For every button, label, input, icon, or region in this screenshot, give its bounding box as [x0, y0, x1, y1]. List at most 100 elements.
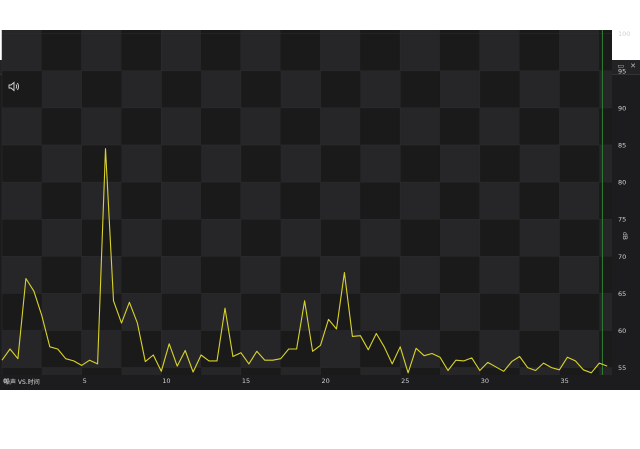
y-tick-label: 65	[618, 290, 626, 298]
plot-band-cell	[240, 367, 281, 375]
y-tick-label: 70	[618, 253, 626, 261]
plot-band-cell	[201, 70, 241, 108]
plot-band-cell	[599, 219, 612, 257]
plot-band-cell	[2, 219, 42, 257]
x-tick-label: 35	[560, 377, 568, 385]
plot-band-cell	[201, 30, 241, 71]
plot-band-cell	[121, 256, 162, 294]
plot-band-cell	[360, 145, 401, 183]
plot-band-cell	[2, 367, 42, 375]
plot-band-cell	[81, 293, 122, 331]
plot-band-cell	[559, 256, 600, 294]
y-tick-label: 80	[618, 179, 626, 187]
plot-band-cell	[121, 219, 162, 257]
plot-band-cell	[599, 367, 612, 375]
plot-band-cell	[240, 330, 281, 368]
plot-band-cell	[240, 182, 281, 220]
y-tick-label: 75	[618, 216, 626, 224]
plot-band-cell	[320, 30, 361, 71]
x-tick-label: 25	[401, 377, 409, 385]
plot-band-cell	[161, 107, 202, 145]
plot-band-cell	[479, 256, 520, 294]
y-tick-label: 95	[618, 67, 626, 75]
plot-band-cell	[559, 293, 600, 331]
plot-band-cell	[240, 145, 281, 183]
plot-band-cell	[519, 256, 560, 294]
plot-band-cell	[400, 219, 440, 257]
plot-band-cell	[479, 30, 520, 71]
plot-band-cell	[201, 145, 241, 183]
plot-band-cell	[599, 330, 612, 368]
plot-band-cell	[240, 256, 281, 294]
plot-band-cell	[121, 330, 162, 368]
plot-band-cell	[400, 256, 440, 294]
plot-band-cell	[121, 182, 162, 220]
plot-band-cell	[439, 367, 480, 375]
plot-band-cell	[2, 107, 42, 145]
plot-band-cell	[400, 367, 440, 375]
plot-band-cell	[479, 107, 520, 145]
plot-band-cell	[280, 182, 321, 220]
plot-band-cell	[360, 219, 401, 257]
plot-band-cell	[320, 145, 361, 183]
plot-band-cell	[360, 30, 401, 71]
plot-band-cell	[240, 219, 281, 257]
plot-band-cell	[161, 30, 202, 71]
plot-band-cell	[280, 30, 321, 71]
x-tick-label: 15	[242, 377, 250, 385]
plot-band-cell	[161, 145, 202, 183]
speaker-icon[interactable]	[8, 81, 20, 92]
plot-band-cell	[559, 30, 600, 71]
plot-band-cell	[121, 70, 162, 108]
plot-band-cell	[320, 70, 361, 108]
plot-band-cell	[599, 70, 612, 108]
plot-band-cell	[280, 70, 321, 108]
plot-band-cell	[201, 107, 241, 145]
plot-band-cell	[599, 145, 612, 183]
chart-caption: 噪声 VS.时间	[4, 379, 40, 386]
plot-band-cell	[519, 70, 560, 108]
plot-band-cell	[599, 256, 612, 294]
plot-band-cell	[320, 107, 361, 145]
plot-band-cell	[2, 182, 42, 220]
plot-band-cell	[201, 256, 241, 294]
plot-band-cell	[400, 293, 440, 331]
plot-band-cell	[41, 70, 82, 108]
plot-band-cell	[360, 70, 401, 108]
plot-band-cell	[400, 70, 440, 108]
plot-band-cell	[280, 330, 321, 368]
plot-band-cell	[320, 182, 361, 220]
plot-band-cell	[320, 256, 361, 294]
plot-band-cell	[439, 293, 480, 331]
plot-band-cell	[599, 293, 612, 331]
plot-band-cell	[121, 107, 162, 145]
plot-band-cell	[81, 182, 122, 220]
plot-band-cell	[559, 182, 600, 220]
plot-band-cell	[280, 256, 321, 294]
plot-band-cell	[240, 107, 281, 145]
plot-band-cell	[479, 330, 520, 368]
plot-band-cell	[81, 70, 122, 108]
plot-band-cell	[320, 219, 361, 257]
plot-band-cell	[400, 30, 440, 71]
plot-band-cell	[519, 30, 560, 71]
plot-band-cell	[121, 367, 162, 375]
y-tick-labels: 55 60 65 70 75 80 85 90 95 100	[618, 30, 630, 372]
plot-band-cell	[559, 367, 600, 375]
y-tick-label: 85	[618, 142, 626, 150]
plot-band-cell	[559, 219, 600, 257]
plot-band-cell	[2, 30, 42, 71]
x-tick-label: 20	[322, 377, 330, 385]
plot-band-cell	[41, 293, 82, 331]
x-tick-label: 10	[162, 377, 170, 385]
plot-band-cell	[360, 107, 401, 145]
plot-band-cell	[479, 293, 520, 331]
plot-band-cell	[280, 145, 321, 183]
plot-band-cell	[81, 30, 122, 71]
plot-band-cell	[400, 182, 440, 220]
plot-band-cell	[280, 107, 321, 145]
y-tick-label: 90	[618, 104, 626, 112]
plot-band-cell	[41, 30, 82, 71]
plot-band-cell	[519, 219, 560, 257]
plot-band-cell	[41, 145, 82, 183]
